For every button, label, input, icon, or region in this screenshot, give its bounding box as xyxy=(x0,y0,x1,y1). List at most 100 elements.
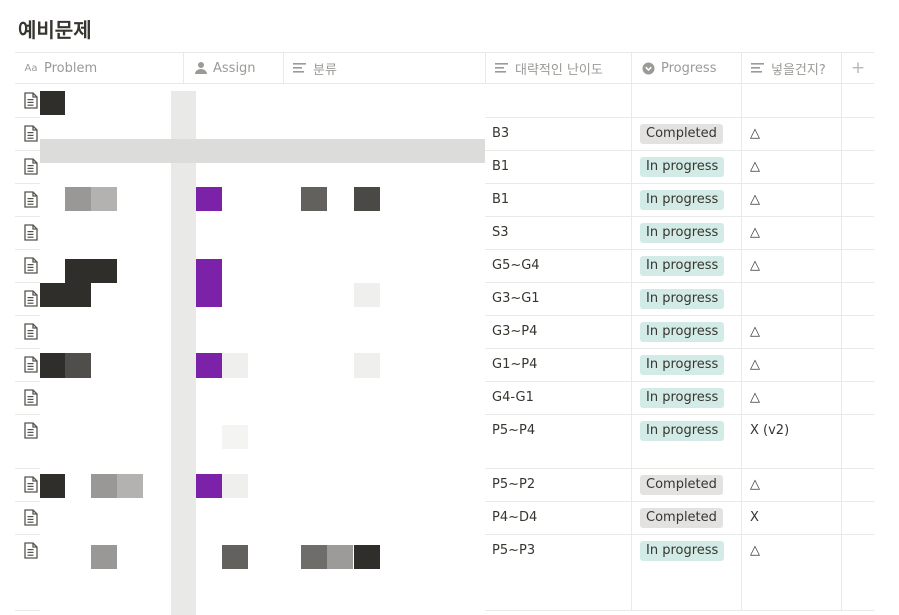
row-divider xyxy=(485,501,874,502)
difficulty-cell[interactable]: S3 xyxy=(492,225,509,240)
redaction-block xyxy=(117,474,143,498)
progress-tag[interactable]: In progress xyxy=(640,388,725,408)
progress-tag[interactable]: In progress xyxy=(640,157,725,177)
redaction-block xyxy=(354,187,380,211)
page-icon[interactable] xyxy=(24,476,38,493)
row-divider xyxy=(485,183,874,184)
difficulty-cell[interactable]: B1 xyxy=(492,159,509,174)
add-column-button[interactable]: + xyxy=(841,52,874,84)
difficulty-cell[interactable]: G4-G1 xyxy=(492,390,534,405)
difficulty-cell[interactable]: P5~P4 xyxy=(492,423,535,438)
difficulty-cell[interactable]: G3~P4 xyxy=(492,324,537,339)
redaction-block xyxy=(40,474,65,498)
row-divider xyxy=(15,534,40,535)
progress-tag[interactable]: In progress xyxy=(640,289,725,309)
redaction-block xyxy=(91,474,117,498)
include-cell[interactable]: △ xyxy=(750,390,760,405)
progress-tag[interactable]: In progress xyxy=(640,355,725,375)
column-header-assign[interactable]: Assign xyxy=(183,52,283,84)
page-icon[interactable] xyxy=(24,92,38,109)
column-header-problem[interactable]: Aa Problem xyxy=(15,52,183,84)
select-chevron-icon xyxy=(640,60,656,76)
include-cell[interactable]: △ xyxy=(750,159,760,174)
page-icon[interactable] xyxy=(24,542,38,559)
page-icon[interactable] xyxy=(24,191,38,208)
difficulty-cell[interactable]: P4~D4 xyxy=(492,510,537,525)
redaction-block xyxy=(222,425,248,449)
difficulty-cell[interactable]: B3 xyxy=(492,126,509,141)
column-header-include[interactable]: 넣을건지? xyxy=(741,52,841,84)
page-icon[interactable] xyxy=(24,509,38,526)
title-property-icon: Aa xyxy=(24,62,38,74)
page-icon[interactable] xyxy=(24,356,38,373)
progress-tag[interactable]: In progress xyxy=(640,223,725,243)
redaction-bar xyxy=(40,139,485,163)
include-cell[interactable]: X (v2) xyxy=(750,423,789,438)
include-cell[interactable]: △ xyxy=(750,225,760,240)
page-title: 예비문제 xyxy=(18,18,92,42)
row-divider xyxy=(15,348,40,349)
difficulty-cell[interactable]: G3~G1 xyxy=(492,291,540,306)
text-lines-icon xyxy=(292,60,308,76)
progress-tag[interactable]: Completed xyxy=(640,508,723,528)
redaction-block xyxy=(40,353,65,378)
progress-tag[interactable]: In progress xyxy=(640,322,725,342)
assign-tag-block xyxy=(196,187,222,211)
include-cell[interactable]: △ xyxy=(750,324,760,339)
column-divider xyxy=(841,84,842,610)
person-icon xyxy=(192,60,208,76)
page-icon[interactable] xyxy=(24,158,38,175)
page-icon[interactable] xyxy=(24,290,38,307)
redaction-block xyxy=(40,283,91,307)
column-header-problem-label: Problem xyxy=(44,60,98,76)
progress-tag[interactable]: Completed xyxy=(640,124,723,144)
page-icon[interactable] xyxy=(24,257,38,274)
progress-tag[interactable]: Completed xyxy=(640,475,723,495)
column-header-progress-label: Progress xyxy=(661,60,717,76)
include-cell[interactable]: △ xyxy=(750,357,760,372)
include-cell[interactable]: X xyxy=(750,510,759,525)
include-cell[interactable]: △ xyxy=(750,477,760,492)
row-divider xyxy=(485,348,874,349)
row-divider xyxy=(485,610,874,611)
difficulty-cell[interactable]: G5~G4 xyxy=(492,258,540,273)
progress-tag[interactable]: In progress xyxy=(640,541,725,561)
assign-tag-block xyxy=(196,259,222,307)
redaction-block xyxy=(91,187,117,211)
row-divider xyxy=(15,468,40,469)
column-header-assign-label: Assign xyxy=(213,60,256,76)
column-header-progress[interactable]: Progress xyxy=(631,52,741,84)
row-divider xyxy=(485,381,874,382)
difficulty-cell[interactable]: B1 xyxy=(492,192,509,207)
column-header-category-label: 분류 xyxy=(313,62,337,78)
row-divider xyxy=(15,249,40,250)
row-divider xyxy=(485,117,874,118)
include-cell[interactable]: △ xyxy=(750,126,760,141)
row-divider xyxy=(15,610,40,611)
column-header-difficulty[interactable]: 대략적인 난이도 xyxy=(485,52,631,84)
progress-tag[interactable]: In progress xyxy=(640,256,725,276)
redaction-block xyxy=(222,474,248,498)
page-icon[interactable] xyxy=(24,323,38,340)
include-cell[interactable]: △ xyxy=(750,258,760,273)
progress-tag[interactable]: In progress xyxy=(640,190,725,210)
row-divider xyxy=(15,501,40,502)
page-icon[interactable] xyxy=(24,224,38,241)
redaction-block xyxy=(222,353,248,378)
progress-tag[interactable]: In progress xyxy=(640,421,725,441)
difficulty-cell[interactable]: P5~P2 xyxy=(492,477,535,492)
redaction-block xyxy=(91,545,117,569)
page-icon[interactable] xyxy=(24,125,38,142)
plus-icon: + xyxy=(850,58,866,78)
redaction-block xyxy=(65,353,91,378)
redaction-block xyxy=(354,353,380,378)
difficulty-cell[interactable]: G1~P4 xyxy=(492,357,537,372)
row-divider xyxy=(15,315,40,316)
include-cell[interactable]: △ xyxy=(750,543,760,558)
difficulty-cell[interactable]: P5~P3 xyxy=(492,543,535,558)
include-cell[interactable]: △ xyxy=(750,192,760,207)
row-divider xyxy=(485,414,874,415)
page-icon[interactable] xyxy=(24,389,38,406)
column-header-category[interactable]: 분류 xyxy=(283,52,485,84)
page-icon[interactable] xyxy=(24,422,38,439)
